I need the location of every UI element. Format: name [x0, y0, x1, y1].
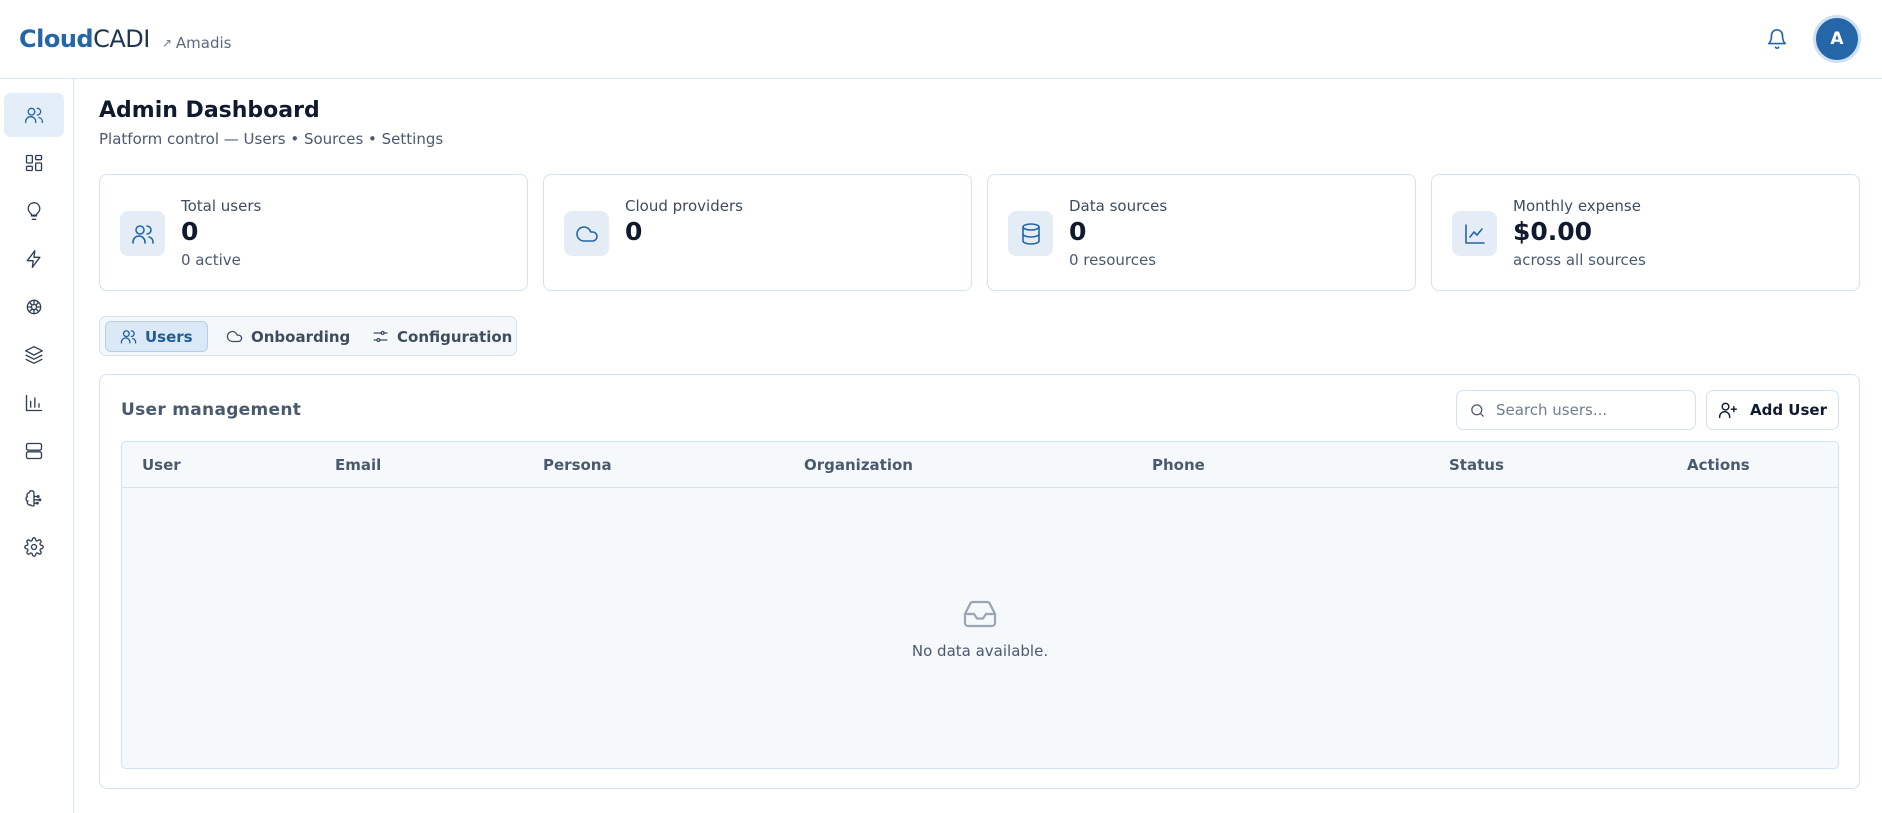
- add-user-label: Add User: [1750, 401, 1827, 419]
- brain-icon: [25, 490, 42, 507]
- panel-title: User management: [121, 400, 302, 420]
- sidebar-item-insights[interactable]: [4, 189, 64, 233]
- stat-label: Cloud providers: [625, 197, 743, 215]
- stat-value: 0: [625, 217, 643, 246]
- brand-name-light: CADI: [93, 25, 150, 53]
- sidebar: [0, 79, 74, 813]
- arrow-up-right-icon: ↗: [161, 36, 172, 50]
- stat-label: Data sources: [1069, 197, 1168, 215]
- sliders-icon: [373, 330, 388, 343]
- layers-icon: [25, 346, 43, 364]
- gear-icon: [24, 537, 44, 557]
- brand-logo[interactable]: Cloud CADI ↗ Amadis: [19, 25, 231, 53]
- sidebar-item-ai[interactable]: [4, 477, 64, 521]
- stat-sub: 0 resources: [1069, 251, 1157, 269]
- users-table: User Email Persona Organization Phone St…: [121, 441, 1839, 769]
- stat-sub: across all sources: [1513, 251, 1646, 269]
- stat-card-total-users: Total users 0 0 active: [99, 174, 528, 291]
- column-header-organization[interactable]: Organization: [804, 456, 913, 474]
- sidebar-item-network[interactable]: [4, 285, 64, 329]
- sidebar-item-users[interactable]: [4, 93, 64, 137]
- stat-card-cloud-providers: Cloud providers 0: [543, 174, 972, 291]
- user-management-panel: User management Add User User Email Pers…: [99, 374, 1860, 789]
- stat-label: Monthly expense: [1513, 197, 1641, 215]
- tab-label: Onboarding: [251, 327, 351, 346]
- add-user-button[interactable]: Add User: [1706, 390, 1839, 430]
- sidebar-item-resources[interactable]: [4, 333, 64, 377]
- column-header-email[interactable]: Email: [335, 456, 381, 474]
- search-box[interactable]: [1456, 390, 1696, 430]
- tab-onboarding[interactable]: Onboarding: [212, 321, 364, 352]
- tenant-switcher[interactable]: ↗ Amadis: [162, 34, 232, 52]
- cloud-icon: [226, 330, 243, 343]
- inbox-icon: [963, 600, 997, 628]
- sidebar-item-analytics[interactable]: [4, 381, 64, 425]
- avatar-initial: A: [1830, 29, 1844, 49]
- sidebar-item-settings[interactable]: [4, 525, 64, 569]
- bolt-icon: [26, 250, 41, 268]
- sidebar-item-automation[interactable]: [4, 237, 64, 281]
- stat-card-monthly-expense: Monthly expense $0.00 across all sources: [1431, 174, 1860, 291]
- empty-state-text: No data available.: [911, 642, 1049, 660]
- column-header-phone[interactable]: Phone: [1152, 456, 1205, 474]
- tenant-name: Amadis: [175, 34, 232, 52]
- stat-value: 0: [181, 217, 199, 246]
- trend-icon: [1452, 211, 1497, 256]
- users-icon: [25, 107, 43, 124]
- table-header: User Email Persona Organization Phone St…: [122, 442, 1838, 488]
- sidebar-item-dashboard[interactable]: [4, 141, 64, 185]
- server-icon: [25, 442, 43, 460]
- tab-label: Configuration: [397, 327, 513, 346]
- page-subtitle: Platform control — Users • Sources • Set…: [99, 130, 444, 148]
- stat-value: $0.00: [1513, 217, 1593, 246]
- search-input[interactable]: [1496, 401, 1686, 419]
- stat-card-data-sources: Data sources 0 0 resources: [987, 174, 1416, 291]
- stat-value: 0: [1069, 217, 1087, 246]
- empty-state: No data available.: [122, 596, 1838, 660]
- tab-users[interactable]: Users: [105, 321, 208, 352]
- bar-chart-icon: [25, 394, 43, 412]
- cloud-icon: [564, 211, 609, 256]
- lightbulb-icon: [27, 201, 41, 220]
- stat-sub: 0 active: [181, 251, 241, 269]
- column-header-persona[interactable]: Persona: [543, 456, 612, 474]
- top-bar: Cloud CADI ↗ Amadis A: [0, 0, 1882, 79]
- section-tabs: Users Onboarding Configuration: [99, 316, 517, 356]
- network-icon: [26, 299, 42, 315]
- sidebar-item-servers[interactable]: [4, 429, 64, 473]
- tab-configuration[interactable]: Configuration: [358, 321, 526, 352]
- notifications-bell-icon[interactable]: [1763, 25, 1791, 53]
- stat-label: Total users: [181, 197, 262, 215]
- users-icon: [120, 330, 137, 344]
- column-header-user[interactable]: User: [142, 456, 181, 474]
- grid-icon: [25, 154, 43, 172]
- column-header-actions: Actions: [1687, 456, 1750, 474]
- user-plus-icon: [1718, 402, 1738, 419]
- database-icon: [1008, 211, 1053, 256]
- users-icon: [120, 211, 165, 256]
- page-title: Admin Dashboard: [99, 98, 320, 123]
- column-header-status[interactable]: Status: [1449, 456, 1504, 474]
- tab-label: Users: [145, 327, 193, 346]
- brand-name-bold: Cloud: [19, 25, 94, 53]
- user-avatar[interactable]: A: [1813, 15, 1861, 63]
- search-icon: [1471, 403, 1484, 417]
